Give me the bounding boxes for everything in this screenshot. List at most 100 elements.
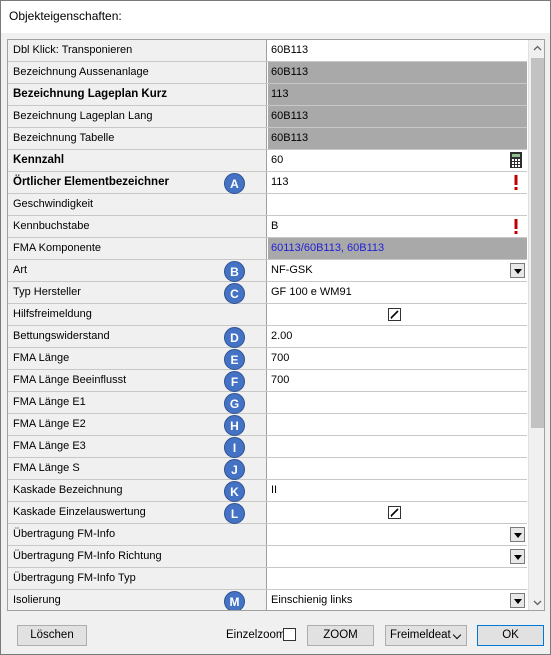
property-value[interactable]: 2.00	[268, 326, 527, 347]
property-label: Dbl Klick: Transponieren	[8, 40, 267, 61]
property-grid: Dbl Klick: Transponieren 60B113 Bezeichnun…	[7, 39, 545, 611]
property-row: Bezeichnung Lageplan Lang 60B113	[8, 106, 527, 128]
annotation-badge: M	[224, 591, 245, 610]
property-value[interactable]: 113	[268, 172, 527, 193]
property-value[interactable]: 60B113	[268, 62, 527, 83]
property-value[interactable]: Einschienig links	[268, 590, 527, 610]
property-value-text: B	[271, 220, 279, 232]
single-zoom-label: Einzelzoom	[226, 629, 286, 641]
property-value[interactable]	[268, 194, 527, 215]
checkbox[interactable]	[388, 506, 401, 519]
annotation-badge: F	[224, 371, 245, 392]
dropdown-button[interactable]	[510, 549, 525, 564]
dropdown-button[interactable]	[510, 593, 525, 608]
checkbox[interactable]	[388, 308, 401, 321]
property-value[interactable]	[268, 568, 527, 589]
property-row: Dbl Klick: Transponieren 60B113	[8, 40, 527, 62]
property-value[interactable]: 60B113	[268, 40, 527, 61]
property-value-text: 2.00	[271, 330, 293, 342]
property-row: FMA Länge E1 G	[8, 392, 527, 414]
property-row: Übertragung FM-Info Typ	[8, 568, 527, 590]
property-row: FMA Länge E3 I	[8, 436, 527, 458]
property-value[interactable]: 700	[268, 370, 527, 391]
ok-button[interactable]: OK	[477, 625, 544, 646]
dropdown-button[interactable]	[510, 263, 525, 278]
property-value[interactable]	[268, 524, 527, 545]
property-value[interactable]: B	[268, 216, 527, 237]
property-value-text: 700	[271, 352, 290, 364]
property-value-text: GF 100 e WM91	[271, 286, 352, 298]
property-row: FMA Länge E 700	[8, 348, 527, 370]
property-value-text: NF-GSK	[271, 264, 313, 276]
mode-select-value: Freimeldeat	[390, 629, 451, 641]
property-value-text: 113	[271, 176, 289, 188]
scroll-thumb[interactable]	[531, 58, 544, 428]
mode-select[interactable]: Freimeldeat	[385, 625, 467, 646]
property-value-text: 60B113	[271, 132, 309, 144]
scroll-up-button[interactable]	[529, 40, 544, 57]
dropdown-button[interactable]	[510, 527, 525, 542]
property-value-text: 60B113	[271, 66, 309, 78]
property-value[interactable]	[268, 436, 527, 457]
property-row: FMA Länge E2 H	[8, 414, 527, 436]
window-title: Objekteigenschaften:	[9, 9, 122, 23]
property-label: Bezeichnung Aussenanlage	[8, 62, 267, 83]
property-label: Geschwindigkeit	[8, 194, 267, 215]
property-value[interactable]: II	[268, 480, 527, 501]
property-value[interactable]: NF-GSK	[268, 260, 527, 281]
title-bar: Objekteigenschaften:	[1, 1, 550, 33]
property-value[interactable]	[268, 304, 527, 325]
property-row: Kaskade Bezeichnung K II	[8, 480, 527, 502]
property-value-text: 60113/60B113, 60B113	[271, 242, 385, 254]
property-value[interactable]	[268, 502, 527, 523]
property-value[interactable]: 113	[268, 84, 527, 105]
scroll-down-button[interactable]	[529, 594, 544, 610]
property-value[interactable]	[268, 414, 527, 435]
property-value[interactable]: GF 100 e WM91	[268, 282, 527, 303]
property-value[interactable]: 60B113	[268, 106, 527, 127]
property-row: Bezeichnung Lageplan Kurz 113	[8, 84, 527, 106]
property-value[interactable]: 60113/60B113, 60B113	[268, 238, 527, 259]
exclamation-icon[interactable]	[507, 173, 525, 192]
annotation-badge: H	[224, 415, 245, 436]
property-row: Bezeichnung Tabelle 60B113	[8, 128, 527, 150]
property-row: Örtlicher Elementbezeichner A 113	[8, 172, 527, 194]
property-row: Kaskade Einzelauswertung L	[8, 502, 527, 524]
property-value-text: Einschienig links	[271, 594, 353, 606]
annotation-badge: G	[224, 393, 245, 414]
property-row: Übertragung FM-Info	[8, 524, 527, 546]
single-zoom-checkbox[interactable]	[283, 628, 296, 641]
property-row: Geschwindigkeit	[8, 194, 527, 216]
property-label: Bezeichnung Lageplan Kurz	[8, 84, 267, 105]
calculator-icon[interactable]	[507, 151, 525, 170]
property-value[interactable]: 60B113	[268, 128, 527, 149]
property-value-text: 60	[271, 154, 284, 166]
delete-button[interactable]: Löschen	[17, 625, 87, 646]
property-label: Kennbuchstabe	[8, 216, 267, 237]
property-row: Typ Hersteller C GF 100 e WM91	[8, 282, 527, 304]
annotation-badge: D	[224, 327, 245, 348]
property-value[interactable]	[268, 392, 527, 413]
property-row: Kennbuchstabe B	[8, 216, 527, 238]
properties-dialog: Objekteigenschaften: Dbl Klick: Transpon…	[0, 0, 551, 655]
property-row: Isolierung M Einschienig links	[8, 590, 527, 610]
property-label: Übertragung FM-Info	[8, 524, 267, 545]
property-value[interactable]: 700	[268, 348, 527, 369]
vertical-scrollbar[interactable]	[528, 40, 544, 610]
property-row: Art B NF-GSK	[8, 260, 527, 282]
property-row: FMA Länge Beeinflusst F 700	[8, 370, 527, 392]
annotation-badge: B	[224, 261, 245, 282]
property-row: Bezeichnung Aussenanlage 60B113	[8, 62, 527, 84]
property-value[interactable]	[268, 458, 527, 479]
exclamation-icon[interactable]	[507, 217, 525, 236]
property-label: Kennzahl	[8, 150, 267, 171]
property-label: Bezeichnung Lageplan Lang	[8, 106, 267, 127]
annotation-badge: K	[224, 481, 245, 502]
property-value-text: 700	[271, 374, 290, 386]
property-row: Übertragung FM-Info Richtung	[8, 546, 527, 568]
annotation-badge: L	[224, 503, 245, 524]
zoom-button[interactable]: ZOOM	[307, 625, 374, 646]
property-value[interactable]: 60	[268, 150, 527, 171]
property-value-text: 60B113	[271, 110, 309, 122]
property-value[interactable]	[268, 546, 527, 567]
